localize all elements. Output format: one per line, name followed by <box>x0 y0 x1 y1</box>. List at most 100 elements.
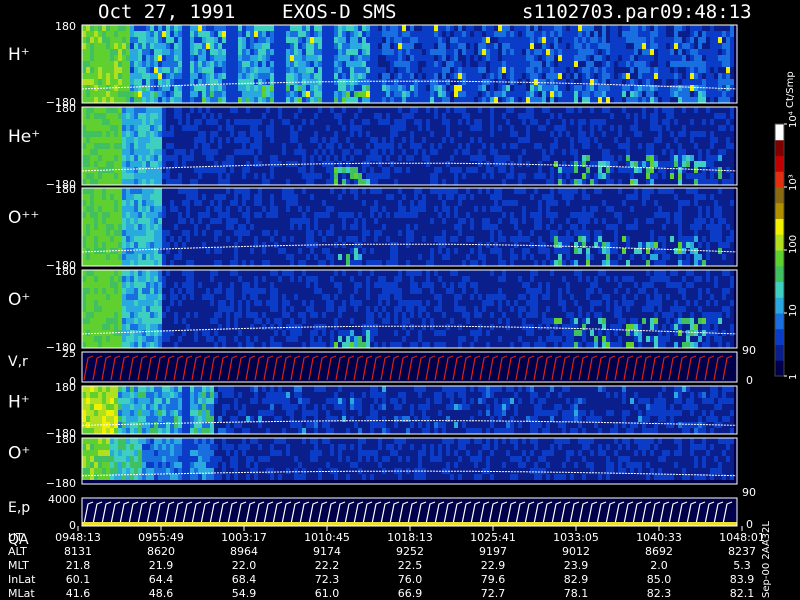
spectrogram-cell <box>682 107 686 113</box>
spectrogram-cell <box>218 97 222 103</box>
spectrogram-cell <box>230 37 234 43</box>
spectrogram-cell <box>246 173 250 179</box>
spectrogram-cell <box>626 25 630 31</box>
spectrogram-cell <box>218 91 222 97</box>
spectrogram-cell <box>262 260 266 266</box>
spectrogram-cell <box>266 212 270 218</box>
spectrogram-cell <box>634 119 638 125</box>
spectrogram-cell <box>142 167 146 173</box>
spectrogram-cell <box>650 31 654 37</box>
spectrogram-cell <box>198 179 202 185</box>
spectrogram-cell <box>182 125 186 131</box>
spectrogram-cell <box>362 179 366 185</box>
spectrogram-cell <box>534 79 538 85</box>
spectrogram-cell <box>94 194 98 200</box>
spectrogram-cell <box>118 230 122 236</box>
spectrogram-cell <box>262 31 266 37</box>
spectrogram-cell <box>230 167 234 173</box>
spectrogram-cell <box>502 55 506 61</box>
spectrogram-cell <box>446 49 450 55</box>
spectrogram-cell <box>390 161 394 167</box>
spectrogram-cell <box>638 61 642 67</box>
spectrogram-cell <box>558 161 562 167</box>
spectrogram-cell <box>182 43 186 49</box>
spectrogram-cell <box>498 131 502 137</box>
spectrogram-cell <box>298 179 302 185</box>
spectrogram-cell <box>494 137 498 143</box>
spectrogram-cell <box>586 125 590 131</box>
spectrogram-cell <box>342 173 346 179</box>
spectrogram-cell <box>714 179 718 185</box>
spectrogram-cell <box>218 200 222 206</box>
spectrogram-cell <box>426 149 430 155</box>
spectrogram-cell <box>346 55 350 61</box>
spectrogram-cell <box>590 131 594 137</box>
spectrogram-cell <box>622 113 626 119</box>
spectrogram-cell <box>346 179 350 185</box>
spectrogram-cell <box>658 43 662 49</box>
spectrogram-cell <box>386 55 390 61</box>
spectrogram-cell <box>194 194 198 200</box>
spectrogram-cell <box>114 137 118 143</box>
spectrogram-cell <box>622 85 626 91</box>
spectrogram-cell <box>414 49 418 55</box>
spectrogram-cell <box>522 125 526 131</box>
spectrogram-cell <box>162 49 166 55</box>
spectrogram-cell <box>522 119 526 125</box>
spectrogram-cell <box>166 155 170 161</box>
spectrogram-cell <box>686 25 690 31</box>
spectrogram-cell <box>454 131 458 137</box>
spectrogram-cell <box>450 37 454 43</box>
spectrogram-cell <box>222 137 226 143</box>
spectrogram-cell <box>198 73 202 79</box>
spectrogram-cell <box>130 161 134 167</box>
spectrogram-cell <box>274 212 278 218</box>
spectrogram-cell <box>258 236 262 242</box>
spectrogram-cell <box>190 167 194 173</box>
spectrogram-cell <box>170 254 174 260</box>
spectrogram-cell <box>450 161 454 167</box>
spectrogram-cell <box>286 224 290 230</box>
spectrogram-cell <box>598 97 602 103</box>
spectrogram-cell <box>582 149 586 155</box>
spectrogram-cell <box>302 200 306 206</box>
spectrogram-cell <box>182 248 186 254</box>
spectrogram-cell <box>578 43 582 49</box>
spectrogram-cell <box>206 254 210 260</box>
spectrogram-cell <box>694 25 698 31</box>
spectrogram-cell <box>530 43 534 49</box>
spectrogram-cell <box>366 125 370 131</box>
spectrogram-cell <box>130 125 134 131</box>
spectrogram-cell <box>698 43 702 49</box>
spectrogram-cell <box>394 143 398 149</box>
spectrogram-cell <box>186 31 190 37</box>
spectrogram-cell <box>606 25 610 31</box>
spectrogram-cell <box>622 97 626 103</box>
spectrogram-cell <box>546 61 550 67</box>
spectrogram-cell <box>142 155 146 161</box>
spectrogram-cell <box>406 125 410 131</box>
spectrogram-cell <box>594 61 598 67</box>
spectrogram-cell <box>498 73 502 79</box>
spectrogram-cell <box>338 125 342 131</box>
spectrogram-cell <box>538 25 542 31</box>
spectrogram-cell <box>490 107 494 113</box>
spectrogram-cell <box>370 179 374 185</box>
spectrogram-cell <box>558 91 562 97</box>
spectrogram-cell <box>550 155 554 161</box>
spectrogram-cell <box>174 79 178 85</box>
spectrogram-cell <box>210 97 214 103</box>
spectrogram-cell <box>498 107 502 113</box>
spectrogram-cell <box>534 49 538 55</box>
spectrogram-cell <box>422 43 426 49</box>
spectrogram-cell <box>166 260 170 266</box>
spectrogram-cell <box>590 85 594 91</box>
spectrogram-cell <box>158 91 162 97</box>
spectrogram-cell <box>218 218 222 224</box>
spectrogram-cell <box>618 67 622 73</box>
spectrogram-cell <box>418 161 422 167</box>
spectrogram-cell <box>82 188 86 194</box>
spectrogram-cell <box>478 43 482 49</box>
spectrogram-cell <box>690 179 694 185</box>
spectrogram-cell <box>310 85 314 91</box>
